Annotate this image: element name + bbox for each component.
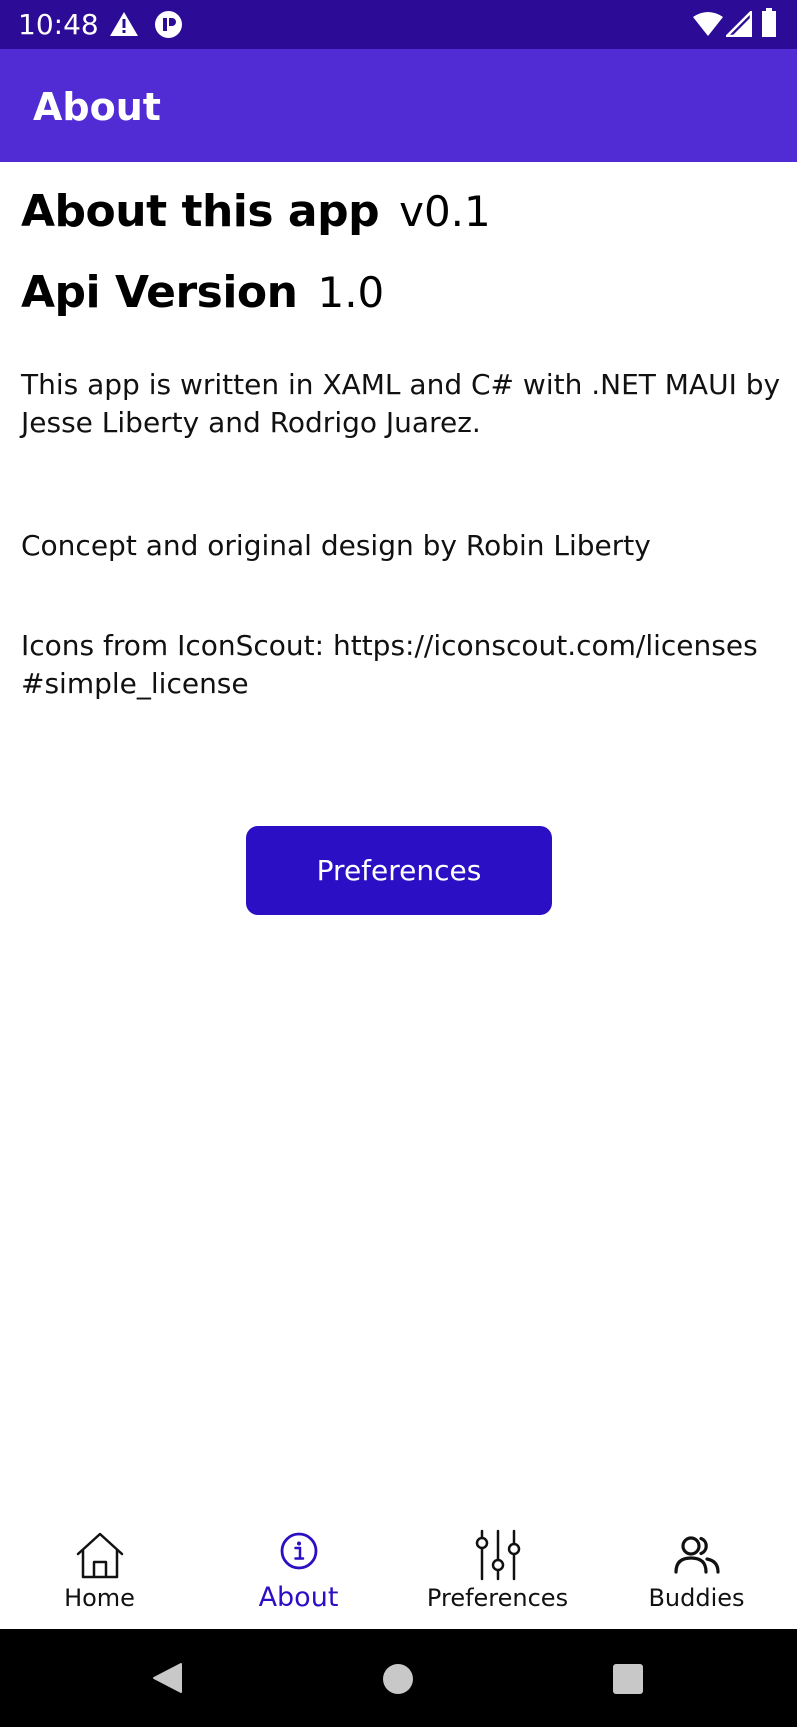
api-version-label: Api Version bbox=[21, 267, 298, 318]
info-icon bbox=[280, 1532, 317, 1570]
api-version-value: 1.0 bbox=[317, 268, 385, 317]
tab-about-label: About bbox=[258, 1582, 339, 1613]
about-label: About this app bbox=[21, 186, 380, 237]
sliders-icon bbox=[475, 1529, 520, 1581]
back-icon[interactable] bbox=[151, 1662, 183, 1694]
home-icon bbox=[76, 1532, 123, 1579]
tab-home-label: Home bbox=[64, 1584, 135, 1612]
tab-buddies-label: Buddies bbox=[648, 1584, 745, 1612]
people-icon bbox=[673, 1536, 720, 1574]
design-credit-text: Concept and original design by Robin Lib… bbox=[21, 529, 651, 562]
app-version-row: About this app v0.1 bbox=[21, 186, 491, 242]
privacy-indicator-icon bbox=[155, 11, 182, 38]
icons-credit-text: Icons from IconScout: https://iconscout.… bbox=[21, 627, 781, 703]
app-version-value: v0.1 bbox=[399, 187, 491, 236]
warning-icon bbox=[110, 12, 138, 36]
cell-signal-icon bbox=[726, 11, 752, 37]
tab-preferences-label: Preferences bbox=[426, 1584, 569, 1612]
status-time: 10:48 bbox=[18, 8, 99, 41]
description-text: This app is written in XAML and C# with … bbox=[21, 368, 781, 439]
bottom-tab-bar: Home About Preferences Buddies bbox=[0, 1518, 797, 1629]
home-circle-icon[interactable] bbox=[382, 1663, 414, 1695]
icons-credit-line: #simple_license bbox=[21, 667, 249, 700]
system-nav-bar bbox=[0, 1629, 797, 1727]
tab-buddies[interactable]: Buddies bbox=[597, 1518, 796, 1629]
screen: 10:48 About About this app v0.1 Api Vers… bbox=[0, 0, 797, 1727]
tab-preferences[interactable]: Preferences bbox=[398, 1518, 597, 1629]
icons-credit-line: Icons from IconScout: https://iconscout.… bbox=[21, 629, 758, 662]
recents-icon[interactable] bbox=[612, 1663, 644, 1695]
status-bar: 10:48 bbox=[0, 0, 797, 49]
api-version-row: Api Version 1.0 bbox=[21, 267, 384, 323]
app-bar: About bbox=[0, 49, 797, 162]
tab-about[interactable]: About bbox=[199, 1518, 398, 1629]
tab-home[interactable]: Home bbox=[0, 1518, 199, 1629]
battery-icon bbox=[762, 8, 776, 37]
page-title: About bbox=[33, 85, 161, 129]
wifi-icon bbox=[693, 12, 723, 36]
preferences-button[interactable]: Preferences bbox=[246, 826, 552, 915]
